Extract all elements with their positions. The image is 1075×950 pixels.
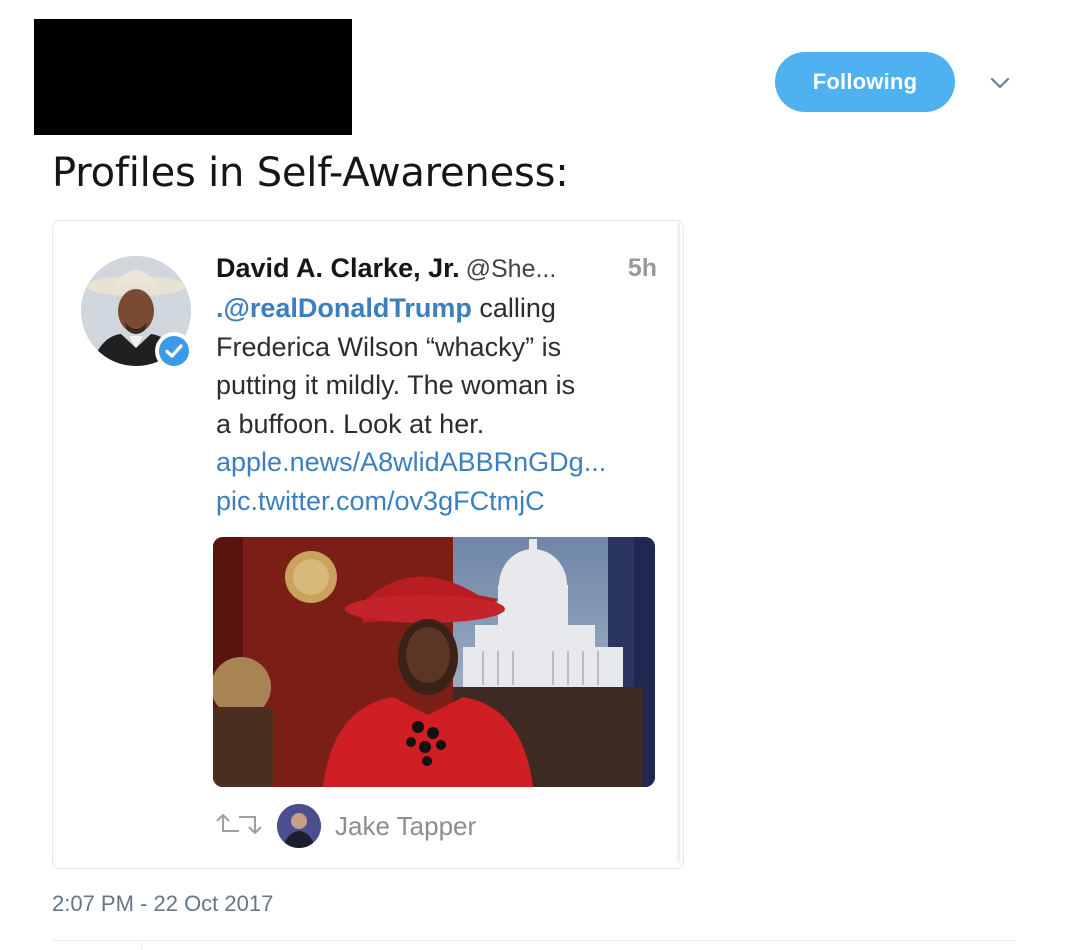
- pic-twitter-link: pic.twitter.com/ov3gFCtmjC: [216, 485, 545, 516]
- tweet-media-card[interactable]: David A. Clarke, Jr. @She... 5h .@realDon…: [52, 220, 684, 869]
- quoted-tweet-body: .@realDonaldTrump calling Frederica Wils…: [216, 289, 666, 520]
- retweet-icon: [213, 811, 265, 842]
- retweeter-avatar: [277, 804, 321, 848]
- following-button[interactable]: Following: [775, 52, 955, 112]
- embedded-photo: [213, 537, 655, 787]
- tweet-age: 5h: [627, 254, 657, 282]
- redacted-profile-header: [34, 19, 352, 135]
- body-line: putting it mildly. The woman is: [216, 370, 576, 400]
- verified-badge-icon: [155, 332, 193, 370]
- body-line: calling: [471, 293, 556, 323]
- body-line: Frederica Wilson “whacky” is: [216, 331, 562, 362]
- divider: [141, 941, 142, 950]
- mention-link: .@realDonaldTrump: [216, 293, 472, 323]
- body-line: a buffoon. Look at her.: [216, 408, 485, 439]
- quoted-tweet-screenshot: David A. Clarke, Jr. @She... 5h .@realDon…: [57, 223, 680, 863]
- tweet-timestamp[interactable]: 2:07 PM - 22 Oct 2017: [52, 891, 273, 917]
- tweet-text: Profiles in Self-Awareness:: [52, 150, 569, 196]
- author-name: David A. Clarke, Jr.: [216, 253, 460, 283]
- retweet-attribution: Jake Tapper: [213, 803, 476, 849]
- author-handle: @She...: [465, 255, 557, 283]
- quoted-tweet-header: David A. Clarke, Jr. @She... 5h: [216, 253, 661, 284]
- chevron-down-icon[interactable]: [985, 70, 1015, 96]
- retweeter-name: Jake Tapper: [335, 810, 477, 841]
- divider: [52, 940, 1014, 941]
- apple-news-link: apple.news/A8wlidABBRnGDg...: [216, 447, 607, 477]
